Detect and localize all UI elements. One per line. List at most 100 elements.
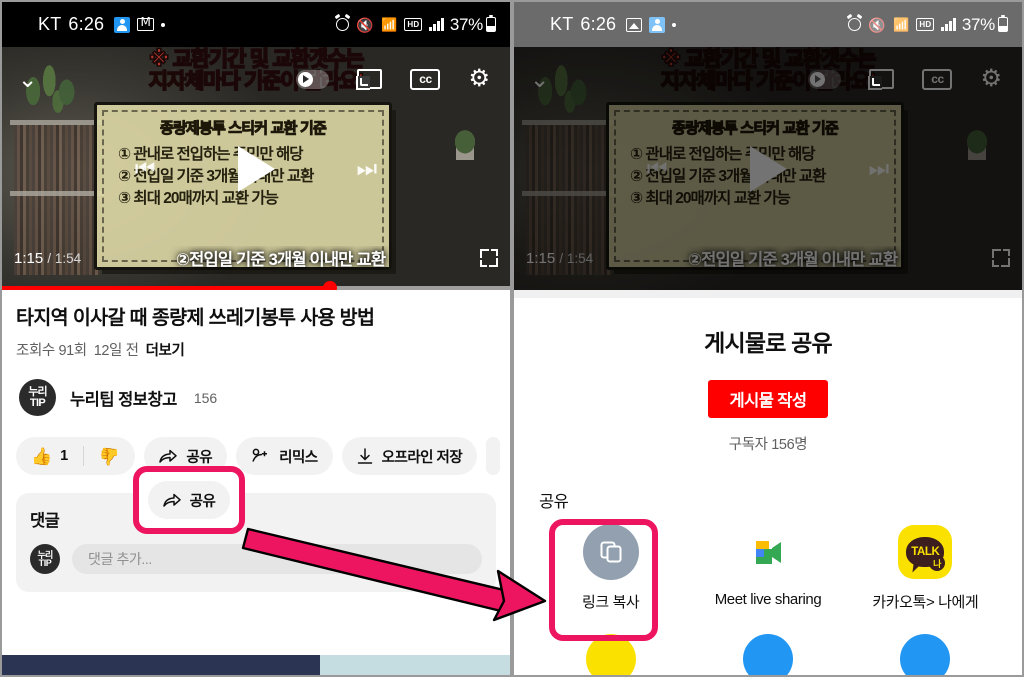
remix-button-label: 리믹스 bbox=[279, 449, 318, 466]
fullscreen-icon[interactable] bbox=[480, 249, 498, 267]
remix-button[interactable]: 리믹스 bbox=[236, 437, 333, 476]
status-bar-left: KT 6:26 🔇 📶 HD 37% bbox=[2, 2, 510, 47]
remix-icon bbox=[251, 448, 270, 464]
share-button[interactable]: 공유 bbox=[144, 437, 228, 476]
action-chips-row: 👍 1 👍 공유 리믹스 오프라인 저장 bbox=[2, 437, 510, 476]
published-date: 12일 전 bbox=[93, 343, 139, 360]
meet-live-sharing-label: Meet live sharing bbox=[714, 591, 822, 608]
video-meta[interactable]: 조회수 91회 12일 전 더보기 bbox=[16, 339, 496, 360]
share-section-label: 공유 bbox=[539, 493, 569, 511]
video-caption: ②전입일 기준 3개월 이내만 교환 bbox=[175, 251, 386, 269]
phone-panel-left: KT 6:26 🔇 📶 HD 37% ※ 교환기간 bbox=[0, 0, 512, 677]
mute-icon-right: 🔇 bbox=[868, 16, 887, 33]
progress-bar[interactable] bbox=[2, 281, 510, 290]
progress-fill bbox=[2, 286, 330, 290]
play-icon[interactable] bbox=[237, 145, 275, 192]
next-icon-right[interactable]: ⏭ bbox=[869, 155, 890, 182]
thumbs-down-icon: 👍 bbox=[99, 446, 121, 466]
status-bar-right: KT 6:26 🔇 📶 HD 37% bbox=[514, 2, 1022, 47]
avatar[interactable]: 누리 TIP bbox=[19, 379, 56, 417]
copy-link-option[interactable]: 링크 복사 bbox=[532, 524, 689, 612]
nav-strip-teal bbox=[319, 655, 510, 675]
share-arrow-icon bbox=[159, 449, 178, 464]
player-time-right: 1:15 / 1:54 bbox=[526, 250, 593, 267]
clock-label-right: 6:26 bbox=[580, 14, 617, 34]
wifi-icon: 📶 bbox=[381, 17, 398, 32]
share-option-partial-icon-3 bbox=[900, 634, 951, 675]
meet-live-sharing-option[interactable]: Meet live sharing bbox=[689, 524, 846, 612]
previous-icon[interactable]: ⏮ bbox=[135, 155, 156, 182]
current-time-right: 1:15 bbox=[526, 249, 556, 267]
create-post-button[interactable]: 게시물 작성 bbox=[708, 380, 828, 418]
player-time: 1:15 / 1:54 bbox=[14, 250, 81, 267]
play-icon-right[interactable] bbox=[749, 145, 787, 192]
video-player[interactable]: ※ 교환기간 및 교환갯수는 지자체마다 기준이 달라요! 종량제봉투 스티커 … bbox=[2, 47, 510, 290]
comment-input-row[interactable]: 누리 TIP 댓글 추가... bbox=[30, 544, 482, 575]
share-sheet-title: 게시물로 공유 bbox=[704, 330, 833, 356]
share-button-label: 공유 bbox=[186, 449, 213, 466]
next-icon[interactable]: ⏭ bbox=[357, 155, 378, 182]
kakaotalk-icon-wrap: TALK 나 bbox=[897, 524, 953, 580]
dislike-button[interactable]: 👍 bbox=[84, 446, 135, 466]
gmail-icon bbox=[137, 15, 155, 31]
share-option-partial-1[interactable] bbox=[532, 634, 689, 675]
mute-icon: 🔇 bbox=[356, 16, 375, 33]
status-bar-right-right-group: 🔇 📶 HD bbox=[848, 18, 956, 32]
previous-icon-right[interactable]: ⏮ bbox=[647, 155, 668, 182]
video-player-right[interactable]: ※ 교환기간 및 교환갯수는 지자체마다 기준이 달라요! 종량제봉투 스티커 … bbox=[514, 47, 1022, 290]
signal-icon bbox=[429, 18, 444, 31]
like-count: 1 bbox=[60, 448, 69, 465]
share-option-partial-2[interactable] bbox=[689, 634, 846, 675]
comments-section[interactable]: 댓글 누리 TIP 댓글 추가... bbox=[16, 493, 496, 593]
copy-link-icon bbox=[582, 524, 639, 580]
player-bottom-controls-right: 1:15 / 1:54 ②전입일 기준 3개월 이내만 교환 bbox=[514, 244, 1022, 272]
comment-avatar-line2: TIP bbox=[38, 558, 52, 569]
hd-icon-right: HD bbox=[916, 18, 935, 31]
copy-link-icon-wrap bbox=[582, 524, 639, 580]
fullscreen-icon-right[interactable] bbox=[992, 249, 1010, 267]
battery-icon-right bbox=[998, 14, 1008, 32]
subscriber-count-label: 구독자 156명 bbox=[728, 437, 808, 453]
copy-link-label: 링크 복사 bbox=[581, 594, 640, 611]
phone-panel-right: KT 6:26 🔇 📶 HD 37% ※ 교환기간 및 교환갯수는 지자체마다 … bbox=[512, 0, 1024, 677]
alarm-icon-right bbox=[848, 18, 862, 31]
comments-title: 댓글 bbox=[30, 512, 60, 531]
clock-label: 6:26 bbox=[68, 14, 105, 34]
share-option-partial-3[interactable] bbox=[847, 634, 1004, 675]
video-caption-right: ②전입일 기준 3개월 이내만 교환 bbox=[687, 251, 898, 269]
total-time-right: 1:54 bbox=[566, 250, 594, 266]
kakaotalk-icon: TALK 나 bbox=[898, 525, 953, 579]
player-bottom-controls: 1:15 / 1:54 ②전입일 기준 3개월 이내만 교환 bbox=[2, 244, 510, 272]
progress-knob[interactable] bbox=[322, 281, 337, 290]
signal-icon-right bbox=[941, 18, 956, 31]
share-option-partial-icon-2 bbox=[742, 634, 793, 675]
time-separator-right: / bbox=[559, 250, 567, 266]
download-icon bbox=[357, 448, 373, 465]
battery-label: 37% bbox=[449, 14, 483, 34]
overflow-chip-partial[interactable] bbox=[486, 437, 501, 476]
channel-row[interactable]: 누리 TIP 누리팁 정보창고 156 bbox=[16, 379, 496, 417]
alarm-icon bbox=[336, 18, 350, 31]
share-bottom-sheet: 게시물로 공유 게시물 작성 구독자 156명 공유 링크 복사 Meet li… bbox=[514, 298, 1022, 675]
page-title[interactable]: 타지역 이사갈 때 종량제 쓰레기봉투 사용 방법 bbox=[16, 306, 496, 330]
like-button[interactable]: 👍 1 bbox=[16, 448, 83, 465]
dot-icon-right bbox=[672, 22, 677, 27]
channel-name[interactable]: 누리팁 정보창고 bbox=[70, 386, 177, 410]
comment-input[interactable]: 댓글 추가... bbox=[72, 544, 482, 575]
kakaotalk-option[interactable]: TALK 나 카카오톡> 나에게 bbox=[847, 524, 1004, 612]
carrier-label: KT bbox=[38, 14, 62, 34]
kakao-me-badge: 나 bbox=[929, 555, 946, 571]
thumbs-up-icon: 👍 bbox=[31, 446, 53, 466]
share-options-grid: 링크 복사 Meet live sharing TALK 나 카카오톡> 나에게 bbox=[514, 524, 1022, 675]
download-button[interactable]: 오프라인 저장 bbox=[341, 437, 478, 476]
show-more-link[interactable]: 더보기 bbox=[146, 339, 185, 360]
current-time: 1:15 bbox=[14, 249, 44, 267]
nav-strip-dark bbox=[2, 655, 320, 675]
video-info-section: 타지역 이사갈 때 종량제 쓰레기봉투 사용 방법 조회수 91회 12일 전 … bbox=[2, 290, 510, 417]
channel-subscriber-count: 156 bbox=[193, 389, 218, 406]
photo-icon bbox=[626, 17, 643, 32]
wifi-icon-right: 📶 bbox=[893, 17, 910, 32]
person-icon bbox=[114, 16, 131, 33]
status-bar-right-left-group: KT 6:26 bbox=[550, 14, 677, 35]
time-separator: / bbox=[47, 250, 55, 266]
